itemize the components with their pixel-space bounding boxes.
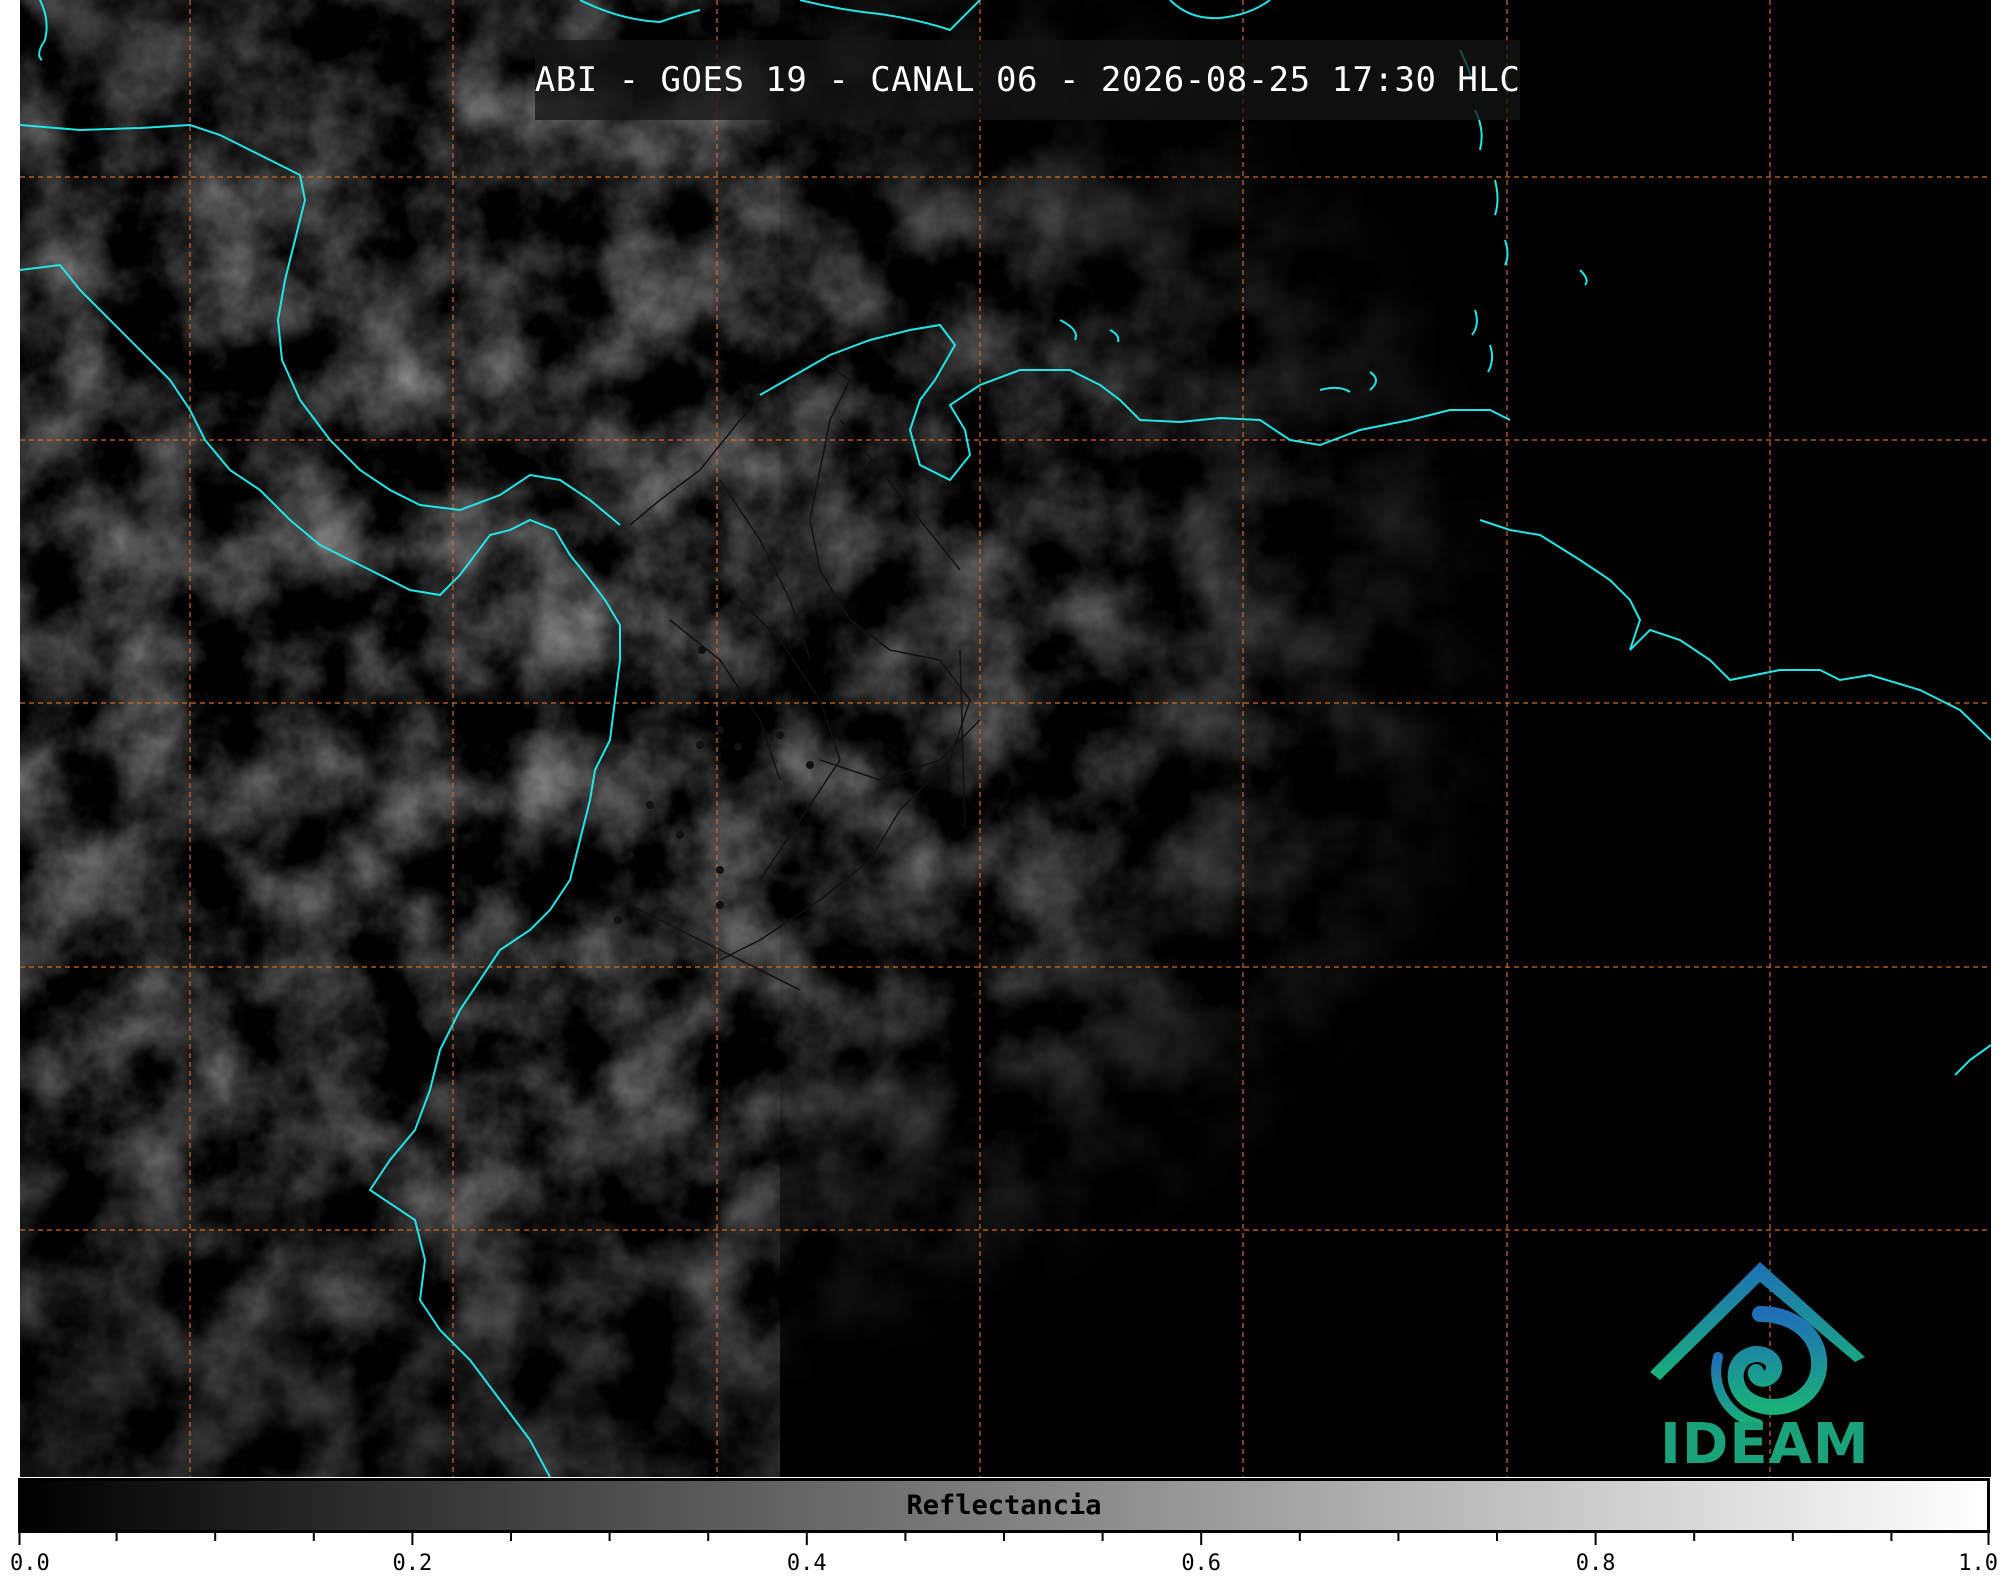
colorbar: Reflectancia xyxy=(18,1478,1990,1533)
colorbar-tick-label: 0.0 xyxy=(10,1551,50,1576)
page-title: ABI - GOES 19 - CANAL 06 - 2026-08-25 17… xyxy=(534,60,1521,100)
colorbar-tick-label: 0.2 xyxy=(392,1551,433,1576)
colorbar-tick-label: 0.4 xyxy=(786,1551,827,1576)
colorbar-tick-label: 0.8 xyxy=(1575,1551,1616,1576)
colorbar-tick-marks xyxy=(18,1533,1990,1545)
colorbar-tick-label: 0.6 xyxy=(1181,1551,1222,1576)
colorbar-tick-label: 1.0 xyxy=(1958,1551,1998,1576)
colorbar-label: Reflectancia xyxy=(906,1490,1102,1521)
logo-text: IDEAM xyxy=(1660,1412,1870,1477)
colorbar-ticks: 0.0 0.2 0.4 0.6 0.8 1.0 xyxy=(10,1533,1998,1577)
title-panel: ABI - GOES 19 - CANAL 06 - 2026-08-25 17… xyxy=(535,40,1520,120)
